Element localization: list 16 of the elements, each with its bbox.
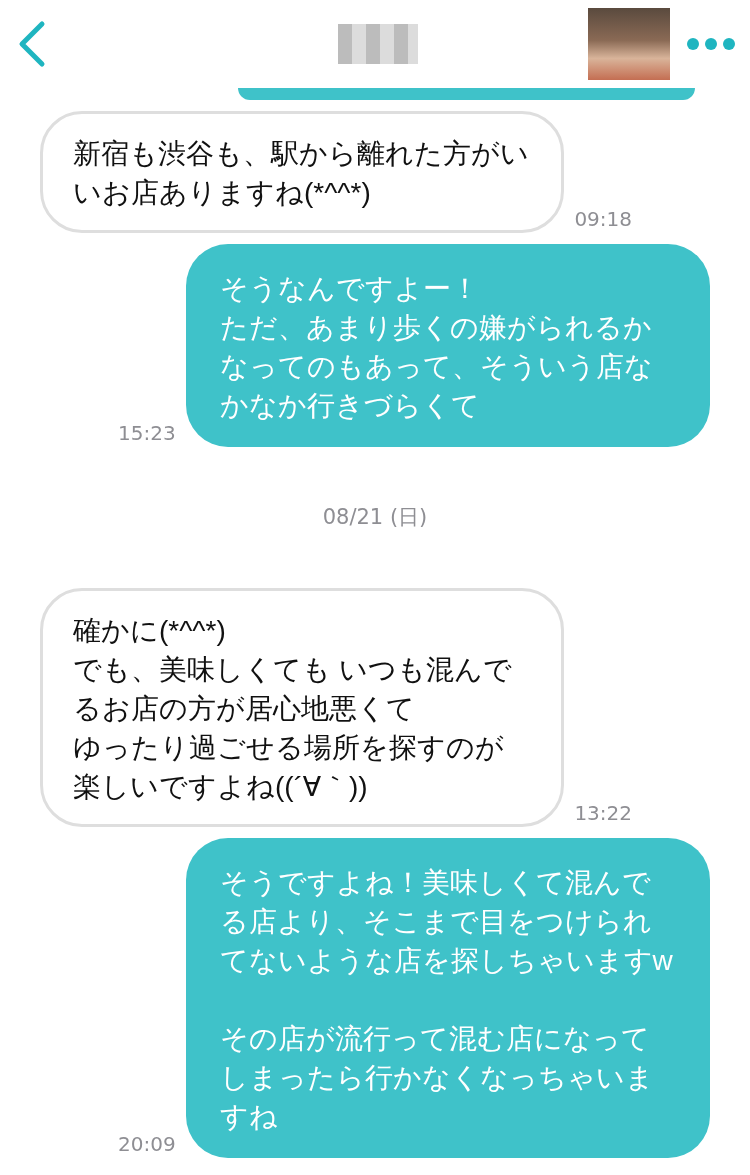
message-text: 新宿も渋谷も、駅から離れた方がいいお店ありますね(*^^*) xyxy=(73,137,530,210)
message-text: でも、美味しくても いつも混んでるお店の方が居心地悪くて xyxy=(73,653,513,726)
date-separator: 08/21 (日) xyxy=(322,504,428,531)
message-text: そうなんですよー！ xyxy=(219,272,480,306)
message-text: そうですよね！美味しくて混んでる店より、そこまで目をつけられてないような店を探しちゃいますw xyxy=(219,866,674,978)
message-text: 確かに(*^^*) xyxy=(73,614,227,648)
message-text: 楽しいですよね((´∀｀)) xyxy=(73,770,369,804)
message-time: 13:22 xyxy=(574,801,633,825)
more-icon[interactable] xyxy=(686,36,736,52)
avatar-placeholder[interactable] xyxy=(588,8,670,80)
message-time: 20:09 xyxy=(117,1132,176,1156)
message-time: 15:23 xyxy=(117,421,176,445)
message-text: ただ、あまり歩くの嫌がられるかなってのもあって、そういう店なかなか行きづらくて xyxy=(219,311,654,423)
message-text: ゆったり過ごせる場所を探すのが xyxy=(73,731,505,765)
message-time: 09:18 xyxy=(574,207,633,231)
message-text: その店が流行って混む店になってしまったら行かなくなっちゃいますね xyxy=(219,1022,655,1134)
